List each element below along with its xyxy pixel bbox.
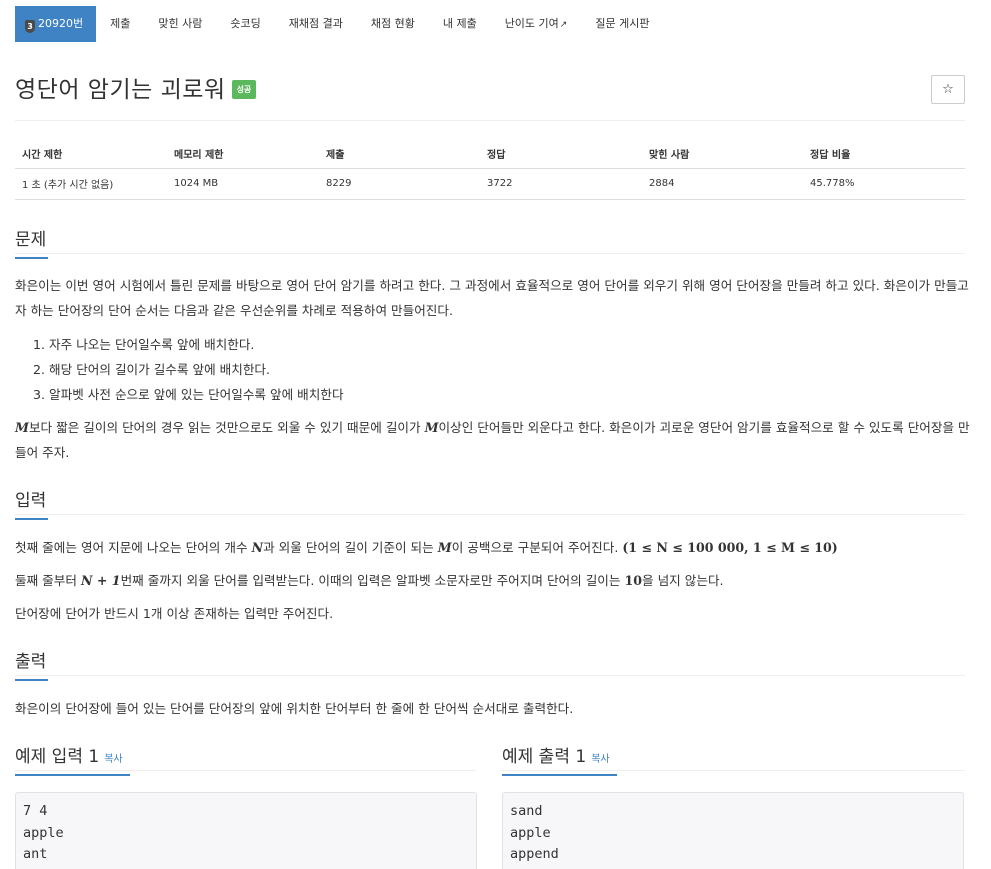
math-m: M: [15, 420, 29, 435]
title-divider: [15, 120, 965, 121]
math-m: M: [424, 420, 439, 435]
info-value-row: 1 초 (추가 시간 없음) 1024 MB 8229 3722 2884 45…: [15, 168, 965, 200]
input-text-part: 과 외울 단어의 길이 기준이 되는: [263, 540, 438, 555]
problem-heading: 문제: [15, 225, 48, 259]
math-ten: 10: [624, 573, 642, 588]
problem-description-2: M보다 짧은 길이의 단어의 경우 읽는 것만으로도 외울 수 있기 때문에 길…: [15, 415, 970, 465]
status-badge: 성공: [231, 79, 257, 99]
problem-heading-underline: [15, 257, 48, 259]
info-header-memory-limit: 메모리 제한: [167, 139, 319, 169]
level-badge-icon: 3: [25, 20, 35, 33]
info-header-ratio: 정답 비율: [803, 139, 965, 169]
info-header-row: 시간 제한 메모리 제한 제출 정답 맞힌 사람 정답 비율: [15, 139, 965, 169]
info-memory-limit: 1024 MB: [167, 168, 319, 200]
external-link-icon: ↗: [559, 20, 568, 30]
sample-output-box[interactable]: sand apple append: [502, 792, 964, 869]
sample-output-underline: [502, 774, 617, 776]
problem-description: 화은이는 이번 영어 시험에서 틀린 문제를 바탕으로 영어 단어 암기를 하려…: [15, 278, 969, 318]
page-title: 영단어 암기는 괴로워: [15, 77, 226, 103]
info-time-limit: 1 초 (추가 시간 없음): [15, 168, 167, 200]
math-n-plus-1: N + 1: [80, 573, 121, 588]
nav-problem-number-label: 20920번: [38, 17, 84, 30]
input-line-3: 단어장에 단어가 반드시 1개 이상 존재하는 입력만 주어진다.: [15, 606, 334, 621]
sample-input-box[interactable]: 7 4 apple ant: [15, 792, 477, 869]
math-n: N: [251, 540, 264, 555]
problem-nav: 3 20920번 제출 맞힌 사람 숏코딩 재채점 결과 채점 현황 내 제출 난…: [15, 6, 663, 42]
problem-text-part: 보다 짧은 길이의 단어의 경우 읽는 것만으로도 외울 수 있기 때문에 길이…: [28, 420, 425, 435]
input-constraints-math: (1 ≤ N ≤ 100 000, 1 ≤ M ≤ 10): [622, 540, 838, 555]
input-heading: 입력: [15, 486, 48, 520]
sample-output-divider: [502, 770, 965, 771]
star-button[interactable]: ☆: [931, 75, 965, 104]
info-submissions: 8229: [319, 168, 480, 200]
nav-problem-number[interactable]: 3 20920번: [15, 6, 97, 42]
input-text-part: 번째 줄까지 외울 단어를 입력받는다. 이때의 입력은 알파벳 소문자로만 주…: [120, 573, 625, 588]
math-m: M: [437, 540, 452, 555]
nav-short-coding[interactable]: 숏코딩: [216, 6, 274, 42]
info-header-accepted: 정답: [480, 139, 642, 169]
sample-input-copy-button[interactable]: 복사: [104, 754, 122, 765]
output-heading-underline: [15, 679, 48, 681]
output-heading: 출력: [15, 647, 48, 681]
sample-input-line: 7 4: [23, 803, 48, 819]
input-line-1: 첫째 줄에는 영어 지문에 나오는 단어의 개수 N과 외울 단어의 길이 기준…: [15, 535, 970, 560]
info-header-time-limit: 시간 제한: [15, 139, 167, 169]
input-text-part: 둘째 줄부터: [15, 573, 81, 588]
input-line-2: 둘째 줄부터 N + 1번째 줄까지 외울 단어를 입력받는다. 이때의 입력은…: [15, 568, 970, 593]
input-text-part: 첫째 줄에는 영어 지문에 나오는 단어의 개수: [15, 540, 252, 555]
info-ratio: 45.778%: [803, 168, 965, 200]
nav-question-board[interactable]: 질문 게시판: [581, 6, 663, 42]
info-accepted: 3722: [480, 168, 642, 200]
info-header-submissions: 제출: [319, 139, 480, 169]
sample-output-line: append: [510, 846, 559, 862]
input-divider: [15, 514, 965, 515]
sample-input-divider: [15, 770, 476, 771]
sample-input-heading: 예제 입력 1 복사: [15, 742, 130, 776]
nav-submit[interactable]: 제출: [96, 6, 144, 42]
sample-input-underline: [15, 774, 130, 776]
rule-item: 3. 알파벳 사전 순으로 앞에 있는 단어일수록 앞에 배치한다: [33, 387, 344, 402]
problem-divider: [15, 253, 965, 254]
sample-output-line: apple: [510, 824, 551, 841]
priority-rules-list: 1. 자주 나오는 단어일수록 앞에 배치한다. 2. 해당 단어의 길이가 길…: [33, 332, 344, 407]
input-text-part: 을 넘지 않는다.: [642, 573, 724, 588]
sample-input-line: ant: [23, 846, 48, 862]
info-solved-users: 2884: [642, 168, 803, 200]
nav-difficulty-contribution[interactable]: 난이도 기여↗: [491, 6, 582, 42]
sample-output-heading: 예제 출력 1 복사: [502, 742, 617, 776]
problem-heading-label: 문제: [15, 230, 47, 250]
nav-solved-users[interactable]: 맞힌 사람: [144, 6, 216, 42]
input-heading-underline: [15, 518, 48, 520]
nav-judge-status[interactable]: 채점 현황: [357, 6, 429, 42]
rule-item: 1. 자주 나오는 단어일수록 앞에 배치한다.: [33, 337, 255, 352]
nav-rejudge-results[interactable]: 재채점 결과: [275, 6, 357, 42]
nav-difficulty-label: 난이도 기여: [504, 17, 559, 30]
output-heading-label: 출력: [15, 652, 47, 672]
sample-input-heading-label: 예제 입력 1: [15, 747, 100, 767]
sample-input-line: apple: [23, 824, 64, 841]
sample-output-line: sand: [510, 803, 543, 819]
nav-my-submissions[interactable]: 내 제출: [429, 6, 491, 42]
title-row: 영단어 암기는 괴로워 성공 ☆: [15, 70, 965, 110]
rule-item: 2. 해당 단어의 길이가 길수록 앞에 배치한다.: [33, 362, 271, 377]
problem-info-table: 시간 제한 메모리 제한 제출 정답 맞힌 사람 정답 비율 1 초 (추가 시…: [15, 139, 965, 200]
info-header-solved-users: 맞힌 사람: [642, 139, 803, 169]
output-divider: [15, 675, 965, 676]
input-text-part: 이 공백으로 구분되어 주어진다.: [451, 540, 623, 555]
output-description: 화은이의 단어장에 들어 있는 단어를 단어장의 앞에 위치한 단어부터 한 줄…: [15, 701, 574, 716]
sample-output-heading-label: 예제 출력 1: [502, 747, 587, 767]
sample-output-copy-button[interactable]: 복사: [591, 754, 609, 765]
input-heading-label: 입력: [15, 491, 47, 511]
